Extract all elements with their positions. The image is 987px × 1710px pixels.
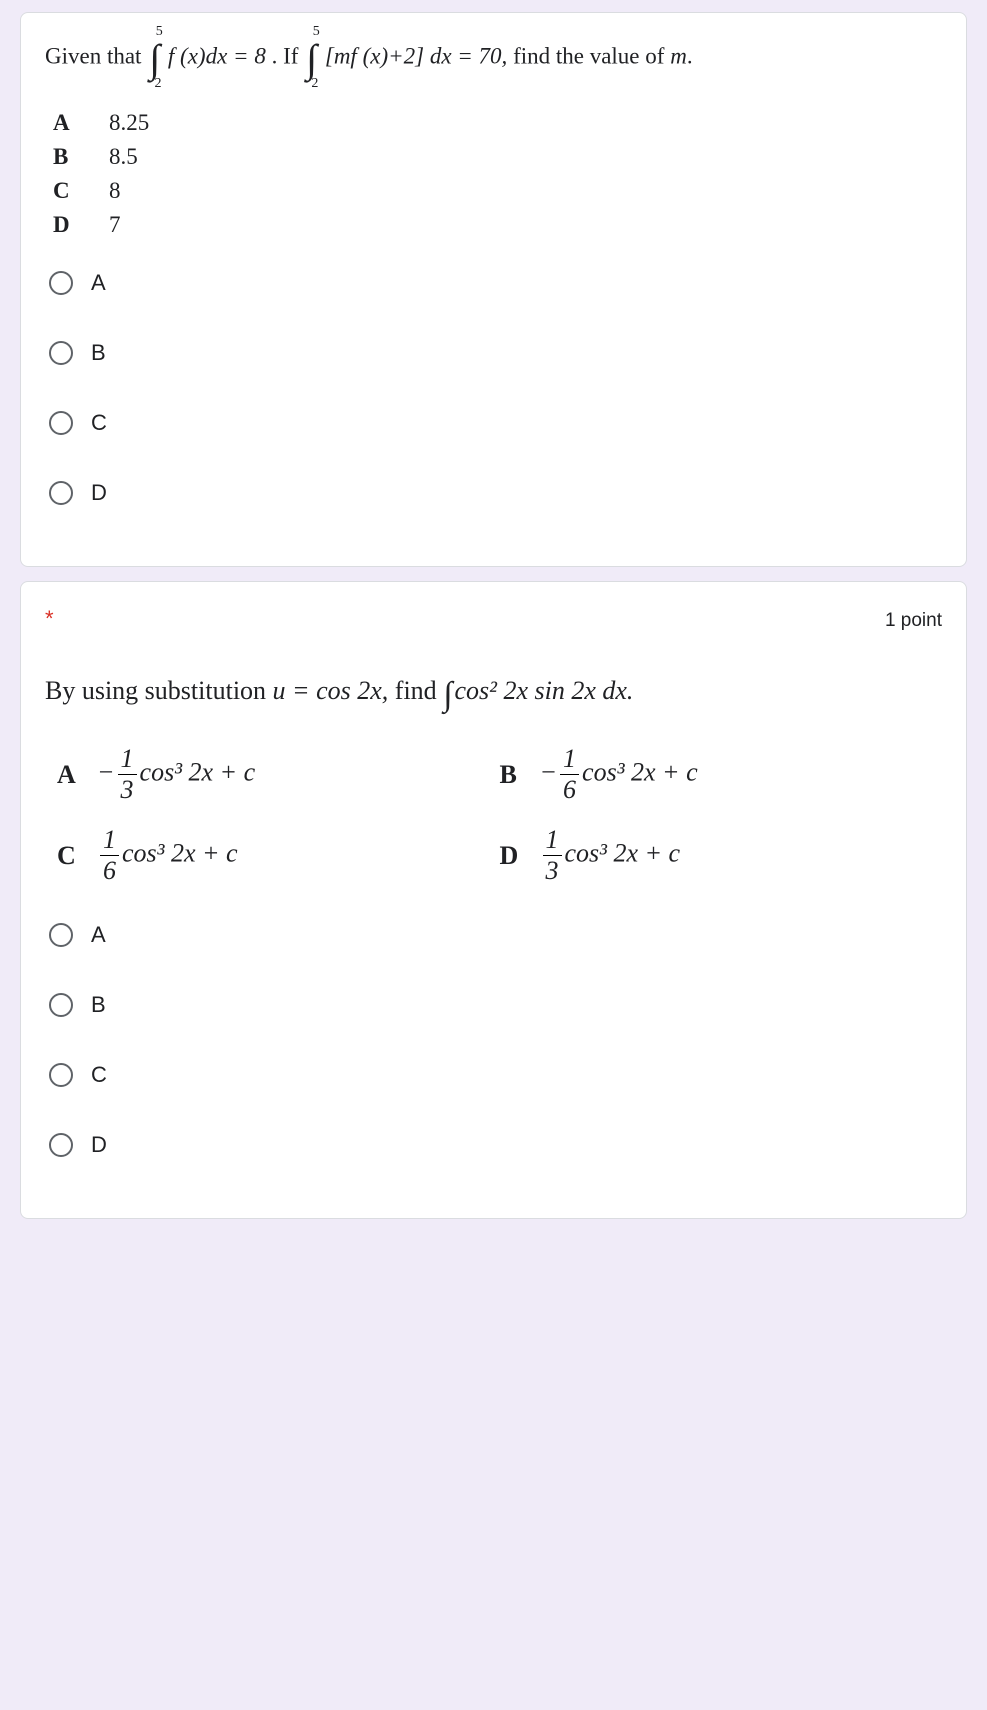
radio-option-c[interactable]: C <box>45 1050 942 1100</box>
radio-icon <box>49 993 73 1017</box>
radio-icon <box>49 1063 73 1087</box>
q1-integral1: 5 ∫ 2 <box>149 37 160 80</box>
integral-icon: ∫ <box>149 41 160 77</box>
q2-header: * 1 point <box>45 606 942 632</box>
question-card-1: Given that 5 ∫ 2 f (x)dx = 8 . If 5 ∫ 2 … <box>20 12 967 567</box>
question2-text: By using substitution u = cos 2x, find ∫… <box>45 662 942 716</box>
radio-option-a[interactable]: A <box>45 910 942 960</box>
radio-option-a[interactable]: A <box>45 258 942 308</box>
q1-answer-table: A 8.25 B 8.5 C 8 D 7 <box>53 110 942 238</box>
q1-options: A B C D <box>45 258 942 518</box>
table-row: B 8.5 <box>53 144 942 170</box>
table-row: B −16cos³ 2x + c <box>500 744 943 805</box>
question-card-2: * 1 point By using substitution u = cos … <box>20 581 967 1219</box>
radio-icon <box>49 341 73 365</box>
table-row: C 16cos³ 2x + c <box>57 825 500 886</box>
q2-options: A B C D <box>45 910 942 1170</box>
radio-option-d[interactable]: D <box>45 468 942 518</box>
question1-text: Given that 5 ∫ 2 f (x)dx = 8 . If 5 ∫ 2 … <box>45 37 942 80</box>
table-row: A 8.25 <box>53 110 942 136</box>
q2-answer-grid: A −13cos³ 2x + c B −16cos³ 2x + c C 16co… <box>57 744 942 886</box>
radio-option-c[interactable]: C <box>45 398 942 448</box>
q1-int1-body: f (x)dx = 8 <box>168 44 266 69</box>
radio-icon <box>49 481 73 505</box>
points-label: 1 point <box>885 610 942 632</box>
radio-option-b[interactable]: B <box>45 980 942 1030</box>
radio-option-b[interactable]: B <box>45 328 942 378</box>
radio-icon <box>49 411 73 435</box>
q2-int-body: cos² 2x sin 2x dx. <box>455 676 634 705</box>
radio-icon <box>49 923 73 947</box>
table-row: C 8 <box>53 178 942 204</box>
q1-suffix: find the value of m. <box>513 44 693 69</box>
table-row: D 13cos³ 2x + c <box>500 825 943 886</box>
q2-mid: find <box>395 676 443 705</box>
q1-integral2: 5 ∫ 2 <box>306 37 317 80</box>
q2-prefix: By using substitution <box>45 676 273 705</box>
integral-icon: ∫ <box>306 41 317 77</box>
table-row: D 7 <box>53 212 942 238</box>
radio-option-d[interactable]: D <box>45 1120 942 1170</box>
required-marker: * <box>45 606 54 632</box>
radio-icon <box>49 271 73 295</box>
integral-icon: ∫ <box>443 668 452 722</box>
q2-sub: u = cos 2x, <box>273 676 389 705</box>
q1-middle: . If <box>272 44 305 69</box>
q1-prefix: Given that <box>45 44 147 69</box>
table-row: A −13cos³ 2x + c <box>57 744 500 805</box>
q1-int2-body: [mf (x)+2] dx = 70, <box>325 44 507 69</box>
radio-icon <box>49 1133 73 1157</box>
